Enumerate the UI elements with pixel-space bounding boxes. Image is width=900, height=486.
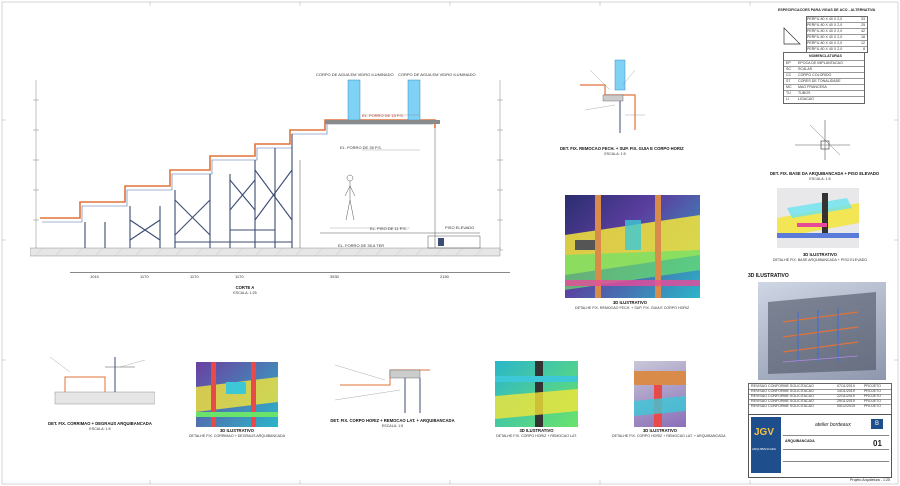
detail-4-title: DET. FIX. BASE DA ARQUIBANCADA + PISO EL… bbox=[770, 171, 880, 176]
detail-3-drawing bbox=[334, 364, 430, 413]
spec-rows: PERFIL 80 X 40 X 2,0 33 PERFIL 80 X 40 X … bbox=[806, 16, 868, 53]
section-elevation-drawing bbox=[30, 79, 503, 257]
spec-table: ESPECIFICACOES PARA VIGAS DE ACO - ALTER… bbox=[778, 8, 875, 53]
render-1-title: 3D ILUSTRATIVO bbox=[612, 300, 648, 305]
detail-2-drawing bbox=[49, 356, 155, 405]
dim-2: 1170 bbox=[140, 274, 149, 279]
elev-label-floor: EL. PISO DE 11 P.S. bbox=[370, 226, 407, 231]
detail-1-title: DET. FIX. REMOCAO FECH. + SUP. FIX. GUIA… bbox=[560, 146, 684, 151]
dim-5: 3530 bbox=[330, 274, 339, 279]
logo-text: JGV bbox=[754, 427, 775, 438]
sheet-number: 01 bbox=[873, 439, 882, 448]
render-2-caption: DETALHE FIX. BASE ARQUIBANCADA + PISO EL… bbox=[772, 258, 868, 262]
dim-1: 1010 bbox=[90, 274, 99, 279]
render-3-caption: DETALHE FIX. CORRIMAO + DEGRAUS ARQUIBAN… bbox=[188, 434, 286, 438]
dim-3: 1170 bbox=[190, 274, 199, 279]
render-5 bbox=[634, 361, 686, 427]
detail-2-title: DET. FIX. CORRIMAO + DEGRAUS ARQUIBANCAD… bbox=[48, 421, 152, 426]
detail-1-scale: ESCALA: 1:5 bbox=[604, 152, 626, 156]
detail-1-drawing bbox=[580, 59, 645, 133]
detail-4-scale: ESCALA: 1:5 bbox=[809, 177, 831, 181]
render-1 bbox=[565, 195, 700, 298]
render-4-title: 3D ILUSTRATIVO bbox=[519, 428, 554, 433]
render-4 bbox=[495, 361, 578, 427]
dim-6: 2150 bbox=[440, 274, 449, 279]
render-3 bbox=[196, 362, 278, 427]
firm-name: atelier bordeaux bbox=[815, 422, 851, 428]
revision-row: REVISAO CONFORME SOLICITACAO 05/12/2019 PR… bbox=[751, 404, 881, 408]
logo-block: JGV ARQUIBANCADA bbox=[751, 417, 781, 473]
corpo-agua-label-1: CORPO DE AGUA EM VIDRO ILUMINADO bbox=[316, 72, 394, 77]
footer-text: Projeto Arquitetura - 1:25 bbox=[850, 478, 890, 482]
tb-divider bbox=[783, 461, 889, 462]
render-3d-main bbox=[758, 282, 886, 380]
dim-4: 1170 bbox=[235, 274, 244, 279]
legend-item: LI LIGACAO bbox=[784, 96, 864, 103]
main-section-title: CORTE A bbox=[235, 285, 255, 290]
title-block: JGV ARQUIBANCADA atelier bordeaux B ARQU… bbox=[748, 414, 892, 478]
elev-label-top: EL. FORRO DE 15 P.S. bbox=[362, 113, 404, 118]
drawing-sheet: EL. FORRO DE 15 P.S. EL. FORRO DE 35 P.S… bbox=[0, 0, 900, 486]
render-4-caption: DETALHE FIX. CORPO HORIZ + REMOCAO LAT. bbox=[496, 434, 577, 438]
detail-3-title: DET. FIX. CORPO HORIZ + REMOCAO LAT. + A… bbox=[330, 418, 455, 423]
logo-sub: ARQUIBANCADA bbox=[752, 447, 777, 451]
detail-4-drawing bbox=[795, 120, 850, 160]
firm-badge-icon: B bbox=[871, 419, 883, 429]
detail-3-scale: ESCALA: 1:5 bbox=[381, 424, 404, 428]
render-2 bbox=[777, 188, 859, 248]
render-3-title: 3D ILUSTRATIVO bbox=[219, 428, 255, 433]
elev-label-mid: EL. FORRO DE 35 P.S. bbox=[340, 145, 382, 150]
render-5-title: 3D ILUSTRATIVO bbox=[642, 428, 678, 433]
spec-table-title: ESPECIFICACOES PARA VIGAS DE ACO - ALTER… bbox=[778, 8, 876, 12]
legend-box: NOMENCLATURAS EP EPOCA DE IMPLANTACAO SC S… bbox=[783, 52, 865, 104]
tb-divider bbox=[783, 435, 889, 436]
triangle-icon bbox=[783, 27, 801, 45]
elev-label-ground: EL. FORRO DE 35 A TER bbox=[338, 243, 385, 248]
render-5-caption: DETALHE FIX. CORPO HORIZ + REMOCAO LAT. … bbox=[612, 434, 726, 438]
section-3d-title: 3D ILUSTRATIVO bbox=[748, 273, 789, 279]
corpo-agua-label-2: CORPO DE AGUA EM VIDRO ILUMINADO bbox=[398, 72, 476, 77]
render-2-title: 3D ILUSTRATIVO bbox=[802, 252, 838, 257]
piso-elevado-label: PISO ELEVADO bbox=[445, 225, 475, 230]
legend-title: NOMENCLATURAS bbox=[809, 54, 842, 58]
render-1-caption: DETALHE FIX. REMOCAO FECH. + SUP. FIX. G… bbox=[575, 306, 690, 310]
detail-2-scale: ESCALA: 1:5 bbox=[89, 427, 111, 431]
tb-divider bbox=[783, 449, 889, 450]
main-section-scale: ESCALA: 1:25 bbox=[233, 291, 257, 295]
project-name: ARQUIBANCADA bbox=[785, 439, 815, 443]
dimension-row: 1010 1170 1170 1170 3530 2150 bbox=[70, 272, 510, 281]
revisions-table: REVISAO CONFORME SOLICITACAO 07/11/2019 PR… bbox=[748, 383, 892, 415]
